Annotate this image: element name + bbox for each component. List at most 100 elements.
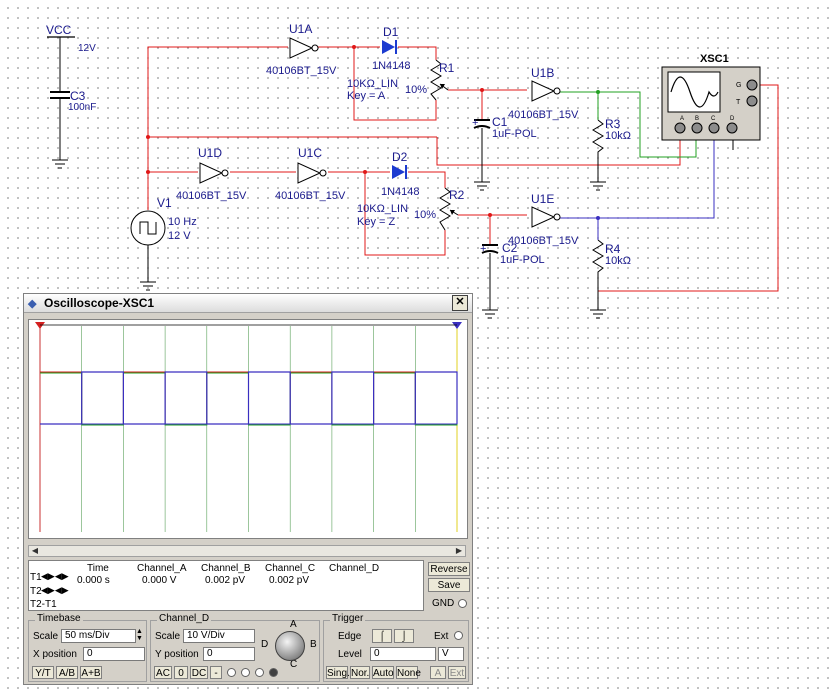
xsc1-symbol: XSC1 A B C D G T: [661, 53, 761, 141]
timebase-title: Timebase: [35, 613, 83, 624]
v1-ref: V1: [157, 196, 172, 210]
mode-ab-button[interactable]: A/B: [56, 666, 78, 679]
c3-value: 100nF: [68, 102, 96, 113]
r2-key: Key = Z: [357, 216, 395, 228]
horizontal-scrollbar[interactable]: ◀ ▶: [28, 545, 466, 557]
r1-value: 10KΩ_LIN: [347, 78, 398, 90]
trigger-title: Trigger: [330, 613, 366, 624]
ext-radio[interactable]: [454, 631, 463, 640]
reverse-button[interactable]: Reverse: [428, 562, 470, 576]
channel-b-radio[interactable]: [241, 668, 250, 677]
d1-ref: D1: [383, 25, 399, 39]
mode-aplusb-button[interactable]: A+B: [80, 666, 102, 679]
save-button[interactable]: Save: [428, 578, 470, 592]
r3-ref: R3: [605, 117, 621, 131]
v1-amp: 12 V: [168, 230, 191, 242]
coupling-ac-button[interactable]: AC: [154, 666, 172, 679]
knob-label-d: D: [261, 639, 269, 650]
xsc1-pin-t: T: [736, 99, 741, 106]
readout-header-c: Channel_C: [265, 563, 316, 574]
scroll-right-icon[interactable]: ▶: [453, 546, 465, 556]
level-unit-field[interactable]: V: [438, 647, 464, 661]
d2-part: 1N4148: [381, 186, 420, 198]
channel-d-radio[interactable]: [269, 668, 278, 677]
x-position-label: X position: [33, 649, 77, 660]
rising-edge-button[interactable]: ⌠: [372, 629, 392, 643]
row-label-t2-t1: T2-T1: [30, 599, 57, 610]
channel-c-radio[interactable]: [255, 668, 264, 677]
readout-header-a: Channel_A: [137, 563, 187, 574]
gnd-radio[interactable]: [458, 599, 467, 608]
vcc-value: 12V: [78, 43, 96, 54]
level-field[interactable]: 0: [370, 647, 436, 661]
readout-header-b: Channel_B: [201, 563, 251, 574]
t1-arrows-icon[interactable]: ◀▶◀▶: [41, 571, 69, 582]
c1-value: 1uF-POL: [492, 128, 537, 140]
r1-key: Key = A: [347, 90, 386, 102]
channel-selector-knob[interactable]: [275, 631, 305, 661]
readout-header-d: Channel_D: [329, 563, 380, 574]
r1-ref: R1: [439, 61, 455, 75]
xsc1-pin-b: B: [695, 116, 699, 122]
vcc-label: VCC: [46, 23, 72, 37]
u1a-part: 40106BT_15V: [266, 65, 337, 77]
u1e-part: 40106BT_15V: [508, 235, 579, 247]
mode-yt-button[interactable]: Y/T: [32, 666, 54, 679]
u1e-ref: U1E: [531, 192, 554, 206]
r2-value: 10KΩ_LIN: [357, 203, 408, 215]
xsc1-pin-c: C: [711, 116, 716, 122]
trigger-auto-button[interactable]: Auto: [372, 666, 394, 679]
channel-scale-field[interactable]: 10 V/Div: [183, 629, 255, 643]
oscilloscope-window[interactable]: ◆ Oscilloscope-XSC1 ✕ ◀ ▶ Time Channel_A…: [23, 293, 473, 685]
r2-pct: 10%: [414, 209, 436, 221]
c3-ref: C3: [70, 89, 86, 103]
svg-text:+: +: [480, 243, 486, 255]
close-button[interactable]: ✕: [452, 295, 468, 311]
window-title: Oscilloscope-XSC1: [44, 296, 155, 310]
xsc1-ref: XSC1: [700, 53, 729, 65]
t2-arrows-icon[interactable]: ◀▶◀▶: [41, 585, 69, 596]
r4-ref: R4: [605, 242, 621, 256]
d1-part: 1N4148: [372, 60, 411, 72]
row-label-t1: T1: [30, 572, 42, 583]
u1c-ref: U1C: [298, 146, 322, 160]
coupling-dc-button[interactable]: DC: [190, 666, 208, 679]
timebase-spin-icon[interactable]: ▲ ▼: [136, 628, 143, 642]
r2-ref: R2: [449, 188, 465, 202]
x-position-field[interactable]: 0: [83, 647, 145, 661]
channel-a-radio[interactable]: [227, 668, 236, 677]
edge-label: Edge: [338, 631, 362, 642]
trigger-none-button[interactable]: None: [396, 666, 421, 679]
waveform-plot: [29, 320, 467, 538]
r3-value: 10kΩ: [605, 130, 631, 142]
t1-time: 0.000 s: [77, 575, 110, 586]
falling-edge-button[interactable]: ⌡: [394, 629, 414, 643]
y-position-field[interactable]: 0: [203, 647, 255, 661]
trigger-source-ext-button[interactable]: Ext: [448, 666, 466, 679]
xsc1-pin-d: D: [730, 116, 735, 122]
knob-label-b: B: [310, 639, 317, 650]
r1-pct: 10%: [405, 84, 427, 96]
u1d-part: 40106BT_15V: [176, 190, 247, 202]
xsc1-pin-g: G: [736, 82, 741, 89]
oscilloscope-title-bar[interactable]: ◆ Oscilloscope-XSC1 ✕: [24, 294, 472, 313]
trigger-source-a-button[interactable]: A: [430, 666, 446, 679]
timebase-scale-label: Scale: [33, 631, 59, 642]
c1-ref: C1: [492, 115, 508, 129]
gnd-label: GND: [432, 598, 455, 609]
channel-title: Channel_D: [157, 613, 212, 624]
readout-header-time: Time: [87, 563, 109, 574]
scroll-left-icon[interactable]: ◀: [29, 546, 41, 556]
r4-value: 10kΩ: [605, 255, 631, 267]
trigger-normal-button[interactable]: Nor.: [350, 666, 370, 679]
readout-panel: Time Channel_A Channel_B Channel_C Chann…: [28, 560, 424, 611]
channel-scale-label: Scale: [155, 631, 181, 642]
timebase-scale-field[interactable]: 50 ms/Div: [61, 629, 136, 643]
coupling-zero-button[interactable]: 0: [174, 666, 188, 679]
oscilloscope-screen[interactable]: [28, 319, 468, 539]
knob-label-a: A: [290, 619, 297, 630]
trigger-single-button[interactable]: Sing.: [326, 666, 350, 679]
trigger-group: Trigger Edge ⌠ ⌡ Ext Level 0 V Sing. Nor…: [323, 613, 469, 682]
c2-ref: C2: [502, 241, 518, 255]
coupling-minus-button[interactable]: -: [210, 666, 222, 679]
